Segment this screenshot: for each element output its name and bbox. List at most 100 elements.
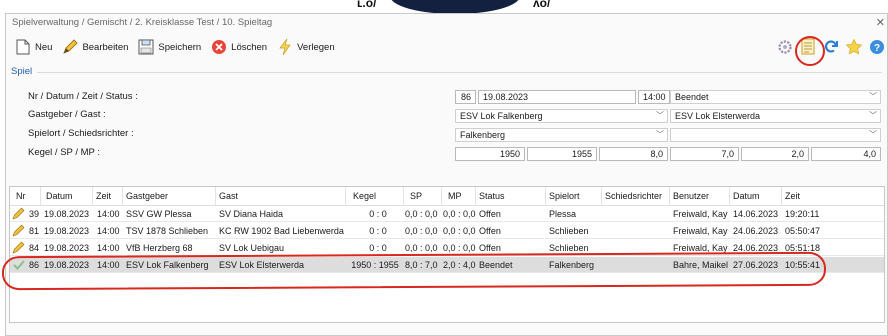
col-user-date[interactable]: Datum <box>733 187 760 205</box>
col-sp[interactable]: SP <box>410 187 422 205</box>
cell-guest: SV Diana Haida <box>219 209 284 219</box>
delete-icon <box>210 38 228 56</box>
cell-time: 14:00 <box>97 209 120 219</box>
col-date[interactable]: Datum <box>46 187 73 205</box>
chevron-down-icon: ﹀ <box>656 111 664 120</box>
star-icon[interactable] <box>844 36 864 58</box>
close-icon[interactable]: ✕ <box>876 14 885 32</box>
mp-home-field[interactable]: 2,0 <box>741 147 809 161</box>
cell-venue: Schlieben <box>549 226 589 236</box>
cell-kegel: 0 : 0 <box>369 226 387 236</box>
guest-team-select[interactable]: ESV Lok Elsterwerda ﹀ <box>670 109 881 123</box>
cell-kegel: 0 : 0 <box>369 209 387 219</box>
time-field[interactable]: 14:00 <box>638 90 670 104</box>
gear-icon[interactable] <box>775 36 795 58</box>
home-team-value: ESV Lok Falkenberg <box>460 111 543 121</box>
cell-sp: 0,0 : 0,0 <box>405 209 438 219</box>
sp-guest-field[interactable]: 7,0 <box>670 147 739 161</box>
edit-button[interactable]: Bearbeiten <box>61 38 128 56</box>
banner-logo <box>390 0 520 14</box>
cell-mp: 0,0 : 0,0 <box>443 209 476 219</box>
venue-select[interactable]: Falkenberg ﹀ <box>455 128 668 142</box>
banner-fragment-right: ʌo/ <box>533 0 551 10</box>
chevron-down-icon: ﹀ <box>869 92 877 101</box>
chevron-down-icon: ﹀ <box>869 130 877 139</box>
banner-fragment-left: ʟ.o/ <box>357 0 377 10</box>
label-scores: Kegel / SP / MP : <box>28 147 100 158</box>
help-icon[interactable]: ? <box>867 36 887 58</box>
delete-label: Löschen <box>231 41 268 53</box>
home-team-select[interactable]: ESV Lok Falkenberg ﹀ <box>455 109 668 123</box>
toolbar-right: ? <box>772 36 887 58</box>
col-user[interactable]: Benutzer <box>673 187 709 205</box>
cell-time: 14:00 <box>97 243 120 253</box>
table-row[interactable]: 39 19.08.2023 14:00 SSV GW Plessa SV Dia… <box>10 206 884 222</box>
move-button[interactable]: Verlegen <box>276 38 335 56</box>
cell-time: 14:00 <box>97 226 120 236</box>
save-button[interactable]: Speichern <box>137 38 201 56</box>
sp-home-field[interactable]: 8,0 <box>599 147 668 161</box>
cell-date: 19.08.2023 <box>44 243 90 253</box>
cell-status: Offen <box>479 209 501 219</box>
cell-user-date: 14.06.2023 <box>733 209 779 219</box>
col-guest[interactable]: Gast <box>219 187 238 205</box>
label-venue-referee: Spielort / Schiedsrichter : <box>28 128 134 139</box>
col-nr[interactable]: Nr <box>16 187 26 205</box>
cell-user-time: 05:50:47 <box>785 226 821 236</box>
cell-status: Offen <box>479 226 501 236</box>
kegel-home-field[interactable]: 1950 <box>455 147 525 161</box>
pencil-icon <box>61 38 79 56</box>
nr-field[interactable]: 86 <box>455 90 476 104</box>
cell-nr: 81 <box>28 226 39 236</box>
status-select[interactable]: Beendet ﹀ <box>670 90 881 104</box>
guest-team-value: ESV Lok Elsterwerda <box>675 111 761 121</box>
move-label: Verlegen <box>297 41 335 53</box>
col-referee[interactable]: Schiedsrichter <box>605 187 662 205</box>
col-kegel[interactable]: Kegel <box>353 187 376 205</box>
section-title: Spiel <box>11 66 33 77</box>
toolbar: Neu Bearbeiten Speichern Löschen Verlege… <box>6 32 887 62</box>
table-header: Nr Datum Zeit Gastgeber Gast Kegel SP MP… <box>10 187 884 206</box>
chevron-down-icon: ﹀ <box>869 111 877 120</box>
delete-button[interactable]: Löschen <box>210 38 267 56</box>
svg-text:?: ? <box>874 43 880 54</box>
new-button[interactable]: Neu <box>14 38 52 56</box>
cell-home: SSV GW Plessa <box>126 209 192 219</box>
kegel-guest-field[interactable]: 1955 <box>527 147 597 161</box>
header-banner: ʟ.o/ ʌo/ <box>0 0 888 14</box>
venue-value: Falkenberg <box>460 130 506 140</box>
cell-sp: 0,0 : 0,0 <box>405 226 438 236</box>
cell-nr: 84 <box>28 243 39 253</box>
annotation-oval <box>1 251 827 291</box>
new-document-icon <box>14 38 32 56</box>
cell-mp: 0,0 : 0,0 <box>443 226 476 236</box>
cell-home: VfB Herzberg 68 <box>126 243 193 253</box>
col-time[interactable]: Zeit <box>96 187 111 205</box>
label-nr-date-time-status: Nr / Datum / Zeit / Status : <box>28 91 138 102</box>
cell-user-date: 24.06.2023 <box>733 226 779 236</box>
col-status[interactable]: Status <box>479 187 505 205</box>
cell-guest: KC RW 1902 Bad Liebenwerda <box>219 226 344 236</box>
save-label: Speichern <box>158 41 202 53</box>
cell-guest: SV Lok Uebigau <box>219 243 285 253</box>
cell-home: TSV 1878 Schlieben <box>126 226 209 236</box>
mp-guest-field[interactable]: 4,0 <box>811 147 881 161</box>
cell-date: 19.08.2023 <box>44 226 90 236</box>
cell-date: 19.08.2023 <box>44 209 90 219</box>
save-icon <box>137 38 155 56</box>
new-label: Neu <box>35 41 53 53</box>
breadcrumb: Spielverwaltung / Gemischt / 2. Kreiskla… <box>6 14 887 32</box>
table-row[interactable]: 81 19.08.2023 14:00 TSV 1878 Schlieben K… <box>10 223 884 239</box>
breadcrumb-text: Spielverwaltung / Gemischt / 2. Kreiskla… <box>12 17 273 28</box>
cell-user: Freiwald, Kay <box>673 226 728 236</box>
referee-select[interactable]: ﹀ <box>670 128 881 142</box>
col-mp[interactable]: MP <box>448 187 462 205</box>
col-venue[interactable]: Spielort <box>549 187 580 205</box>
edit-label: Bearbeiten <box>82 41 129 53</box>
label-home-guest: Gastgeber / Gast : <box>28 109 106 120</box>
date-field[interactable]: 19.08.2023 <box>478 90 636 104</box>
col-home[interactable]: Gastgeber <box>126 187 168 205</box>
cell-user-time: 19:20:11 <box>785 209 820 219</box>
col-user-time[interactable]: Zeit <box>785 187 800 205</box>
cell-user: Freiwald, Kay <box>673 209 728 219</box>
